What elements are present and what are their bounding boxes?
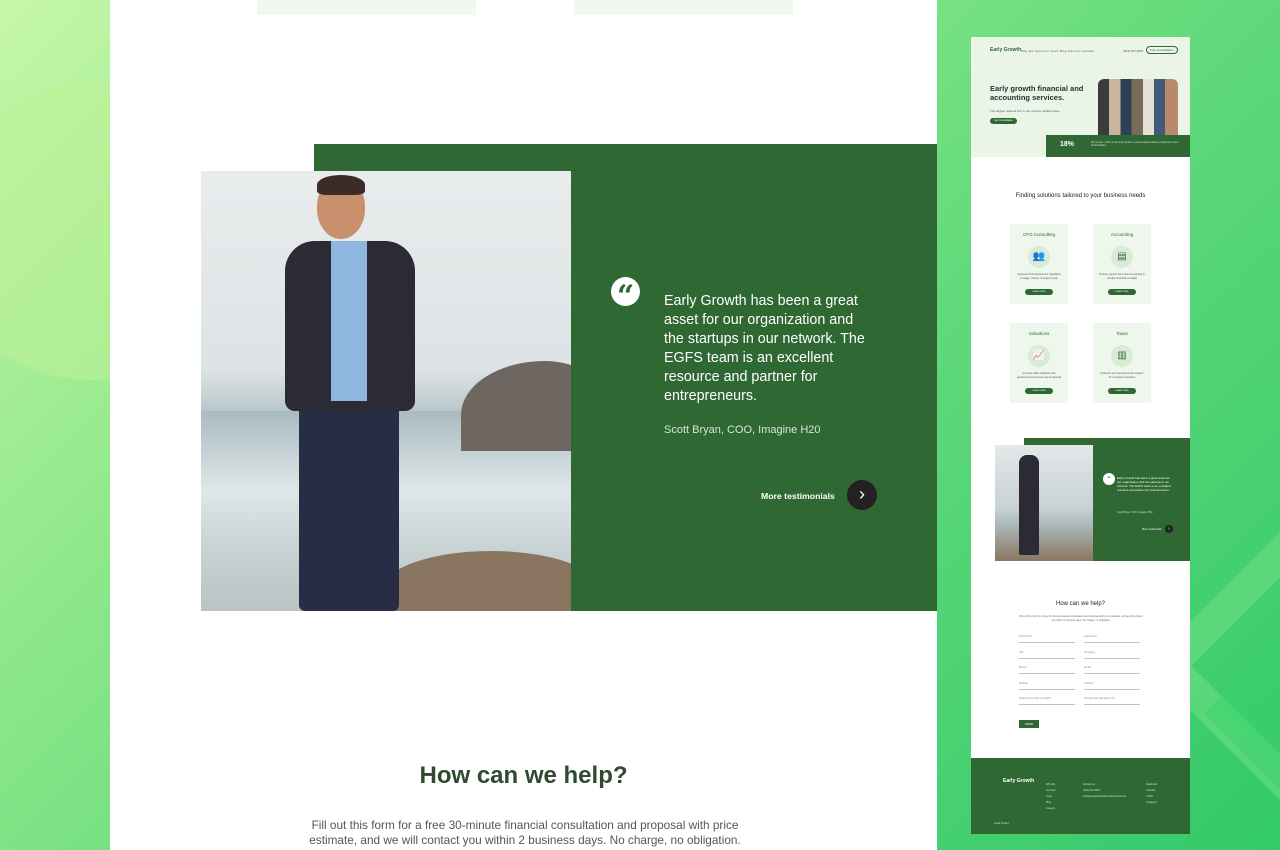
thumb-footer-links: Why EG Services Team Blog Careers: [1046, 783, 1056, 810]
consulting-icon: 👥: [1028, 246, 1050, 268]
thumb-send-button: SEND: [1019, 720, 1039, 728]
thumb-card-title: CFO Consulting: [1022, 232, 1055, 237]
testimonial-author: Scott Bryan, COO, Imagine H20: [664, 424, 821, 436]
thumb-card-desc: Seasoned financial partners regardless o…: [1017, 273, 1061, 280]
thumb-card-desc: Domestic and international tax support f…: [1100, 372, 1144, 379]
thumb-card-button: Learn more: [1108, 289, 1136, 295]
thumb-form-field: Email*: [1084, 666, 1140, 674]
thumb-cta-button: Free Consultation: [1146, 46, 1178, 54]
accounting-icon: ▤: [1111, 246, 1133, 268]
thumb-footer-social: Facebook LinkedIn Twitter Instagram: [1146, 783, 1158, 804]
thumb-stat-text: We service ~10% of currently funded, ven…: [1091, 141, 1179, 147]
thumb-phone: (833) 527-6697: [1123, 49, 1144, 53]
thumb-form-field: Industry*: [1084, 682, 1140, 690]
thumb-help-title: How can we help?: [1055, 601, 1106, 607]
thumb-card-desc: Finance support from basic accounting to…: [1099, 273, 1145, 280]
thumb-nav: Why EG Services Team Blog Careers Contac…: [1021, 49, 1095, 53]
thumb-logo: Early Growth: [990, 47, 1022, 53]
page-preview-thumbnail: Early Growth Why EG Services Team Blog C…: [971, 37, 1190, 834]
testimonial-quote: Early Growth has been a great asset for …: [664, 293, 865, 404]
thumb-card-title: Accounting: [1110, 232, 1134, 237]
person-image: [317, 175, 365, 195]
thumb-form-field: What can we help you with?*: [1019, 697, 1075, 705]
thumb-form-field: Company: [1084, 651, 1140, 659]
thumb-quote-icon: “: [1103, 473, 1115, 485]
thumb-hero-title: Early growth financial and accounting se…: [990, 84, 1084, 102]
thumb-testimonial-quote: Early Growth has been a great asset for …: [1117, 476, 1171, 492]
service-card-bottom: [574, 0, 793, 15]
chevron-right-icon: ›: [859, 484, 865, 504]
thumb-help-desc: Fill out this form for a free 30-minute …: [1019, 615, 1143, 622]
page-preview-large: “ Early Growth has been a great asset fo…: [110, 0, 937, 850]
thumb-form-field: Last Name*: [1084, 635, 1140, 643]
thumb-team-photo: [1098, 79, 1178, 135]
thumb-form-field: Website: [1019, 682, 1075, 690]
thumb-form-field: Title: [1019, 651, 1075, 659]
thumb-card-title: Taxes: [1116, 331, 1128, 336]
thumb-stat-bar: 18% We service ~10% of currently funded,…: [1046, 135, 1190, 157]
thumb-footer: Early Growth Why EG Services Team Blog C…: [971, 758, 1190, 834]
thumb-testimonial-author: Scott Bryan, COO, Imagine H20: [1117, 511, 1153, 514]
thumb-service-card: CFO Consulting 👥 Seasoned financial part…: [1010, 224, 1068, 304]
chart-icon: 📈: [1028, 345, 1050, 367]
thumb-service-card: Valuations 📈 Accurate 409a valuations wi…: [1010, 323, 1068, 403]
thumb-hero-button: Get Consultation: [990, 118, 1017, 124]
thumb-card-button: Learn more: [1108, 388, 1136, 394]
thumb-card-button: Learn more: [1025, 289, 1053, 295]
rock-image: [461, 361, 571, 451]
more-testimonials-button[interactable]: ›: [847, 480, 877, 510]
thumb-footer-legal: Legal Privacy: [994, 822, 1010, 825]
thumb-card-desc: Accurate 409a valuations with guaranteed…: [1016, 372, 1062, 379]
help-title: How can we help?: [419, 762, 628, 789]
thumb-form-field: First Name*: [1019, 635, 1075, 643]
thumb-service-card: Taxes ▥ Domestic and international tax s…: [1093, 323, 1151, 403]
thumb-solutions-title: Finding solutions tailored to your busin…: [1015, 193, 1146, 199]
quote-icon: “: [611, 277, 640, 314]
thumb-card-title: Valuations: [1028, 331, 1050, 336]
thumb-stat-value: 18%: [1060, 141, 1075, 148]
tax-icon: ▥: [1111, 345, 1133, 367]
thumb-hero-subtitle: The largest network firm in the venture …: [990, 109, 1060, 113]
thumb-footer-logo: Early Growth: [1003, 778, 1035, 784]
thumb-testimonial-photo: [995, 445, 1093, 561]
thumb-hero: Early Growth Why EG Services Team Blog C…: [971, 37, 1190, 157]
thumb-form-field: How did you hear about us?: [1084, 697, 1140, 705]
service-card-bottom: [257, 0, 476, 15]
help-description: Fill out this form for a free 30-minute …: [309, 818, 741, 847]
person-image: [331, 241, 367, 401]
testimonial-photo: [201, 171, 571, 611]
thumb-person-image: [1019, 455, 1039, 555]
thumb-card-button: Learn more: [1025, 388, 1053, 394]
thumb-form-field: Phone*: [1019, 666, 1075, 674]
thumb-service-card: Accounting ▤ Finance support from basic …: [1093, 224, 1151, 304]
thumb-more-testimonials: More testimonials: [1142, 528, 1162, 531]
thumb-footer-contact: Contact us (833) 527-6697 info@earlygrow…: [1083, 783, 1127, 798]
more-testimonials-link[interactable]: More testimonials: [761, 491, 835, 501]
thumb-chevron-right-icon: ›: [1165, 525, 1173, 533]
person-image: [299, 403, 399, 611]
